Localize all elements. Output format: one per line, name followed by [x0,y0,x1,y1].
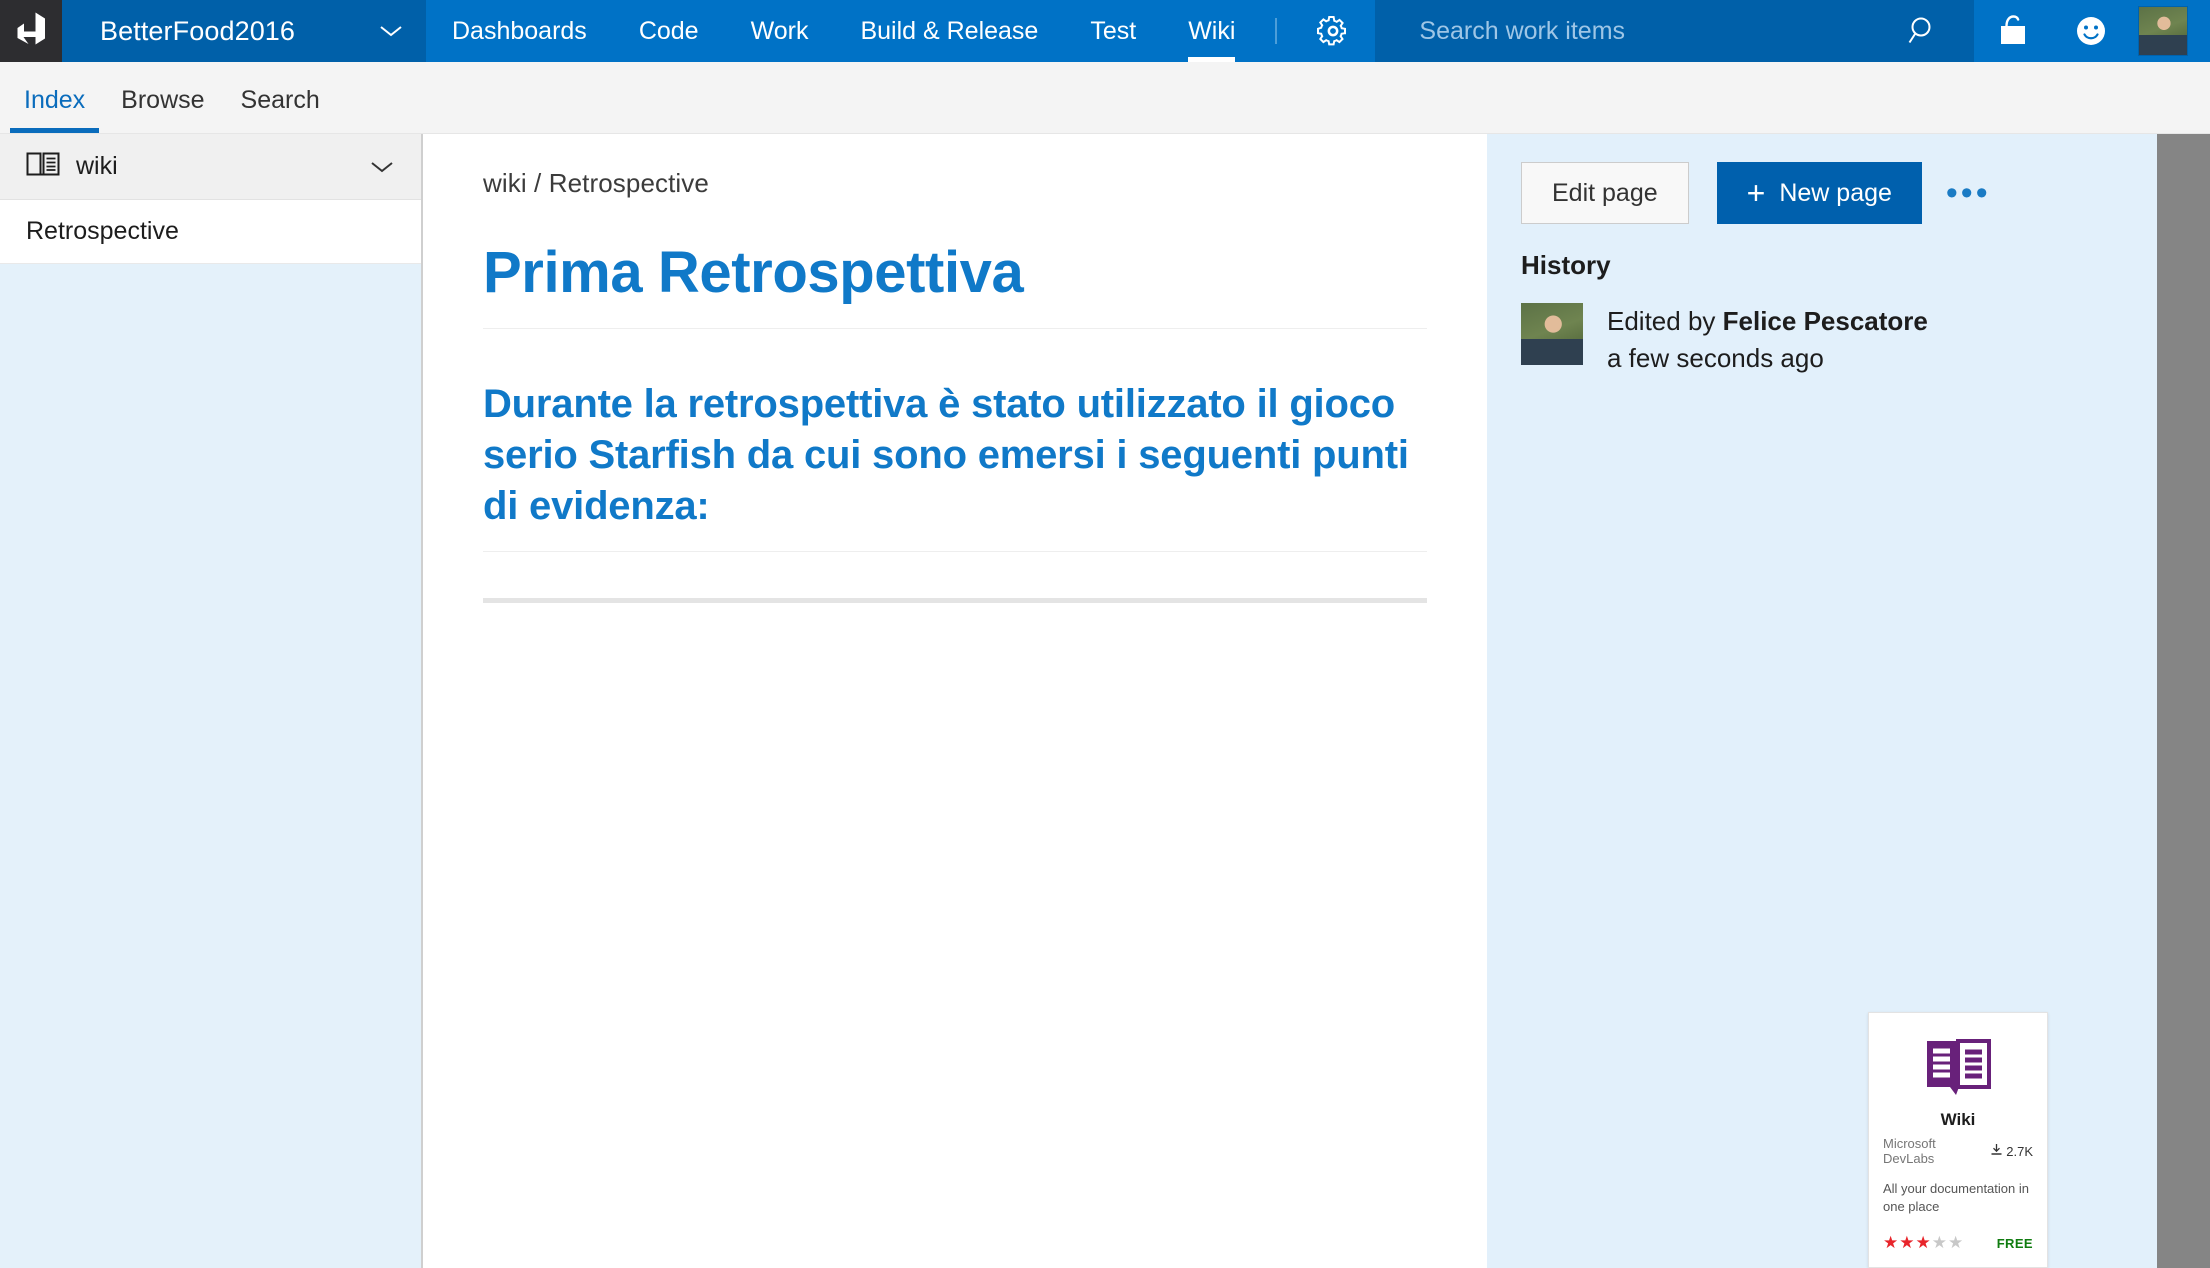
extension-price-badge: FREE [1996,1235,2033,1251]
page-subheading: Durante la retrospettiva è stato utilizz… [483,379,1427,552]
top-navigation-bar: BetterFood2016 Dashboards Code Work Buil… [0,0,2210,62]
extension-title: Wiki [1940,1110,1976,1129]
horizontal-rule [483,597,1427,603]
wiki-page-content: wiki / Retrospective Prima Retrospettiva… [423,134,1487,1268]
open-book-icon [26,150,60,183]
nav-item-code[interactable]: Code [613,0,725,62]
extension-meta: Microsoft DevLabs 2.7K [1883,1136,2033,1166]
search-work-items[interactable] [1375,0,1974,62]
star-empty-icon: ★★ [1931,1233,1965,1252]
nav-item-build-release[interactable]: Build & Release [834,0,1064,62]
search-input[interactable] [1419,16,1906,46]
search-icon[interactable] [1906,14,1940,48]
open-book-icon [1883,1039,2033,1097]
nav-item-dashboards[interactable]: Dashboards [426,0,613,62]
nav-separator [1275,18,1278,44]
history-heading: History [1521,250,1611,280]
avatar[interactable] [2138,6,2188,56]
history-author[interactable]: Felice Pescatore [1723,306,1928,336]
page-scroll-gutter[interactable] [2157,134,2210,1268]
extension-installs: 2.7K [1990,1143,2033,1159]
nav-item-test[interactable]: Test [1064,0,1162,62]
wiki-tree-sidebar: wiki Retrospective [0,134,423,1268]
smiley-face-icon[interactable] [2052,0,2130,62]
project-selector[interactable]: BetterFood2016 [62,0,426,62]
shopping-bag-icon[interactable] [1974,0,2052,62]
avatar [1521,303,1583,365]
extension-footer: ★★★★★ FREE [1883,1233,2033,1253]
chevron-down-icon [378,23,404,39]
sidebar-item-retrospective[interactable]: Retrospective [0,200,421,264]
azure-devops-logo-icon [14,11,48,52]
chevron-down-icon[interactable] [369,159,395,175]
topbar-actions [1974,0,2210,62]
download-icon [1990,1143,2003,1159]
tab-browse[interactable]: Browse [107,86,218,133]
new-page-label: New page [1779,178,1892,207]
page-action-row: Edit page + New page ••• [1521,162,2157,224]
wiki-root-node[interactable]: wiki [0,134,421,200]
plus-icon: + [1746,175,1766,211]
page-actions-panel: Edit page + New page ••• History Edited … [1487,134,2157,1268]
history-list-item: Edited by Felice Pescatore a few seconds… [1521,303,2157,377]
tab-index[interactable]: Index [10,86,100,133]
edit-page-button[interactable]: Edit page [1521,162,1689,224]
history-timestamp: a few seconds ago [1607,342,1824,373]
more-actions-icon[interactable]: ••• [1946,175,1991,210]
tab-search[interactable]: Search [227,86,334,133]
nav-item-work[interactable]: Work [725,0,835,62]
page-title: Prima Retrospettiva [483,240,1427,329]
new-page-button[interactable]: + New page [1716,162,1922,224]
nav-item-wiki[interactable]: Wiki [1162,0,1261,62]
edited-by-label: Edited by [1607,306,1723,336]
primary-nav: Dashboards Code Work Build & Release Tes… [426,0,1376,62]
wiki-extension-card[interactable]: Wiki Microsoft DevLabs 2.7K All your doc… [1868,1012,2048,1268]
project-name: BetterFood2016 [100,15,296,46]
extension-publisher: Microsoft DevLabs [1883,1136,1936,1166]
wiki-root-label: wiki [76,152,118,180]
extension-install-count: 2.7K [2006,1143,2033,1159]
extension-description: All your documentation in one place [1883,1181,2029,1214]
wiki-subnav: Index Browse Search [0,62,2210,134]
gear-icon[interactable] [1291,0,1375,62]
star-rating: ★★★★★ [1883,1233,1964,1253]
history-entry-text: Edited by Felice Pescatore a few seconds… [1607,303,1928,377]
breadcrumb[interactable]: wiki / Retrospective [483,168,1427,199]
azure-devops-logo-button[interactable] [0,0,62,62]
star-filled-icon: ★★★ [1883,1233,1932,1252]
